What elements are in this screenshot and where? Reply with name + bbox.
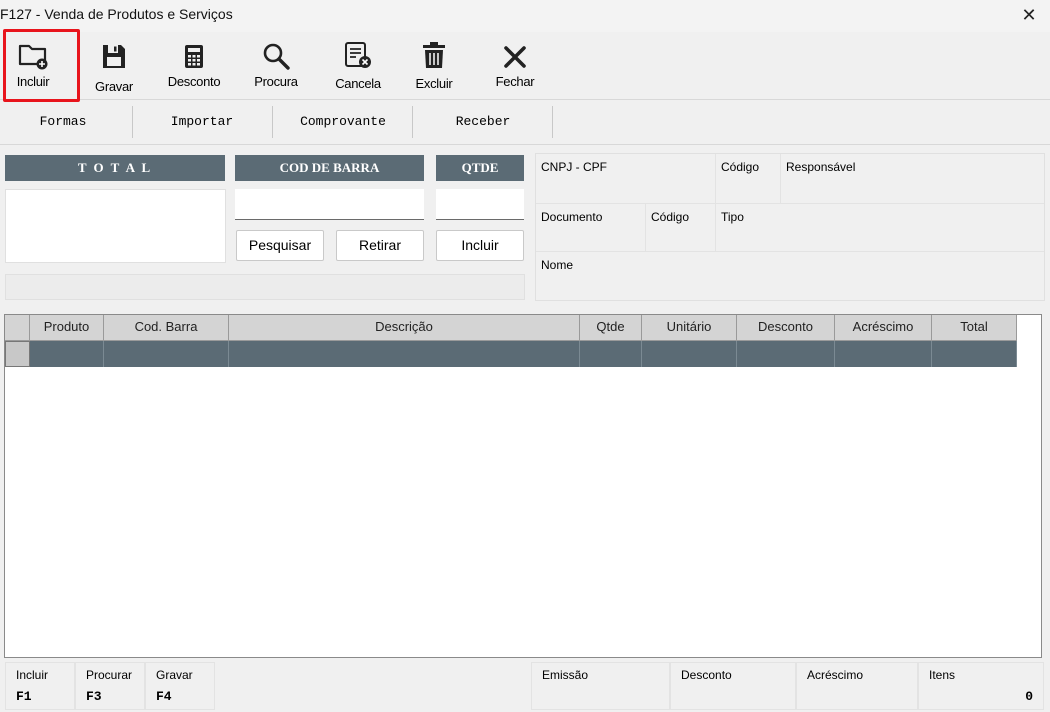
total-display — [5, 189, 226, 263]
emissao-field: Emissão — [531, 662, 670, 710]
shortcut-label: Procurar — [86, 668, 133, 682]
tab-receber[interactable]: Receber — [416, 106, 550, 138]
acrescimo-field: Acréscimo — [796, 662, 918, 710]
shortcut-label: Gravar — [156, 668, 193, 682]
shortcut-key: F3 — [86, 689, 102, 704]
itens-field: Itens 0 — [918, 662, 1044, 710]
col-unitario[interactable]: Unitário — [642, 315, 737, 341]
shortcut-gravar[interactable]: Gravar F4 — [145, 662, 215, 710]
shortcut-key: F4 — [156, 689, 172, 704]
tab-divider — [412, 106, 413, 138]
folder-plus-icon — [18, 32, 48, 70]
shortcut-label: Incluir — [16, 668, 49, 682]
table-row-cell[interactable] — [737, 341, 835, 367]
documento-label: Documento — [536, 204, 646, 252]
tipo-label: Tipo — [716, 204, 1044, 252]
shortcut-incluir[interactable]: Incluir F1 — [5, 662, 75, 710]
title-bar: F127 - Venda de Produtos e Serviços ✕ — [0, 0, 1050, 32]
status-strip — [5, 274, 525, 300]
desconto-field: Desconto — [670, 662, 796, 710]
table-row-cell[interactable] — [30, 341, 104, 367]
acrescimo-label: Acréscimo — [807, 668, 864, 682]
cancel-document-icon — [343, 32, 373, 70]
fechar-button[interactable]: Fechar — [488, 32, 542, 100]
qty-header: QTDE — [436, 155, 524, 181]
row-selector[interactable] — [5, 341, 30, 367]
col-qtde[interactable]: Qtde — [580, 315, 642, 341]
col-produto[interactable]: Produto — [30, 315, 104, 341]
procura-label: Procura — [254, 74, 298, 89]
col-acrescimo[interactable]: Acréscimo — [835, 315, 932, 341]
shortcut-procurar[interactable]: Procurar F3 — [75, 662, 145, 710]
barcode-header: COD DE BARRA — [235, 155, 424, 181]
pesquisar-button[interactable]: Pesquisar — [236, 230, 324, 261]
qty-input[interactable] — [436, 189, 524, 220]
tab-divider — [272, 106, 273, 138]
procura-button[interactable]: Procura — [248, 32, 304, 100]
codigo-doc-label: Código — [646, 204, 716, 252]
col-descricao[interactable]: Descrição — [229, 315, 580, 341]
tab-formas[interactable]: Formas — [4, 106, 122, 138]
customer-info-panel: CNPJ - CPF Código Responsável Documento … — [535, 153, 1045, 301]
tab-comprovante[interactable]: Comprovante — [280, 106, 406, 138]
emissao-label: Emissão — [542, 668, 589, 682]
fechar-label: Fechar — [495, 74, 535, 89]
tab-divider — [132, 106, 133, 138]
total-header: T O T A L — [5, 155, 225, 181]
calculator-icon — [183, 32, 205, 70]
codigo-label: Código — [716, 154, 781, 204]
table-row-cell[interactable] — [932, 341, 1017, 367]
grid-corner — [5, 315, 30, 341]
table-row-cell[interactable] — [229, 341, 580, 367]
gravar-label: Gravar — [95, 79, 133, 94]
window-title: F127 - Venda de Produtos e Serviços — [0, 6, 233, 22]
itens-label: Itens — [929, 668, 956, 682]
itens-count: 0 — [1025, 689, 1033, 704]
trash-icon — [421, 32, 447, 70]
items-grid[interactable]: Produto Cod. Barra Descrição Qtde Unitár… — [4, 314, 1042, 658]
desconto-button[interactable]: Desconto — [162, 32, 226, 100]
toolbar: Incluir Gravar Desconto Procura Cancela … — [0, 32, 1050, 100]
tab-divider — [552, 106, 553, 138]
save-icon — [101, 32, 127, 70]
cnpj-cpf-label: CNPJ - CPF — [536, 154, 716, 204]
search-icon — [261, 32, 291, 70]
close-icon — [502, 32, 528, 70]
table-row-cell[interactable] — [580, 341, 642, 367]
col-cod-barra[interactable]: Cod. Barra — [104, 315, 229, 341]
retirar-button[interactable]: Retirar — [336, 230, 424, 261]
tab-importar[interactable]: Importar — [142, 106, 262, 138]
table-row-cell[interactable] — [104, 341, 229, 367]
incluir-label: Incluir — [16, 74, 50, 89]
table-row-cell[interactable] — [642, 341, 737, 367]
barcode-input[interactable] — [235, 189, 424, 220]
incluir-item-button[interactable]: Incluir — [436, 230, 524, 261]
excluir-label: Excluir — [415, 76, 453, 91]
col-total[interactable]: Total — [932, 315, 1017, 341]
desconto-label: Desconto — [167, 74, 221, 89]
responsavel-label: Responsável — [781, 154, 1044, 204]
cancela-button[interactable]: Cancela — [330, 32, 386, 100]
table-row-cell[interactable] — [835, 341, 932, 367]
action-tab-row: Formas Importar Comprovante Receber — [0, 101, 1050, 145]
gravar-button[interactable]: Gravar — [88, 32, 140, 100]
incluir-button[interactable]: Incluir — [5, 32, 61, 100]
excluir-button[interactable]: Excluir — [408, 32, 460, 100]
nome-label: Nome — [541, 258, 574, 272]
desconto-label: Desconto — [681, 668, 732, 682]
col-desconto[interactable]: Desconto — [737, 315, 835, 341]
cancela-label: Cancela — [335, 76, 381, 91]
window-close-button[interactable]: ✕ — [1017, 2, 1041, 28]
shortcut-key: F1 — [16, 689, 32, 704]
